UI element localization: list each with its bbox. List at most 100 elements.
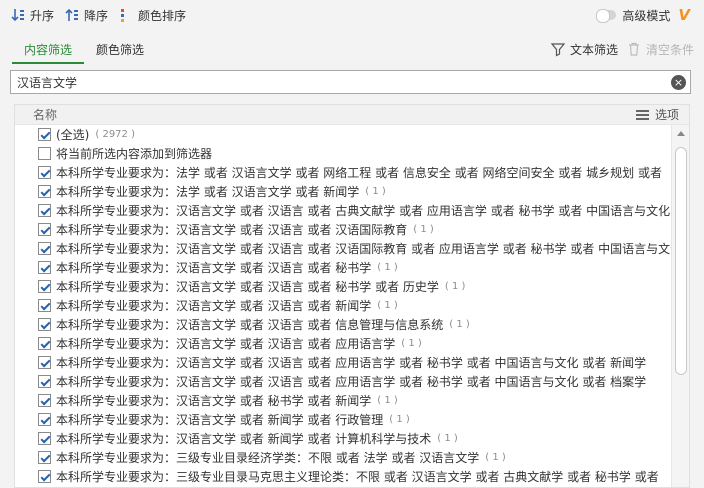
list-item[interactable]: 本科所学专业要求为：法学 或者 汉语言文学 或者 新闻学 ( 1 ) — [15, 182, 673, 201]
list-item-checkbox[interactable] — [38, 242, 51, 255]
list-item[interactable]: 本科所学专业要求为：汉语言文学 或者 汉语言 或者 信息管理与信息系统 ( 1 ) — [15, 315, 673, 334]
list-item[interactable]: 本科所学专业要求为：汉语言文学 或者 汉语言 或者 应用语言学 或者 秘书学 或… — [15, 372, 673, 391]
list-rows: (全选) ( 2972 ) 将当前所选内容添加到筛选器 本科所学专业要求为：法学… — [15, 125, 673, 487]
list-item-label: 本科所学专业要求为：汉语言文学 或者 新闻学 或者 计算机科学与技术 — [56, 432, 432, 446]
list-item-checkbox[interactable] — [38, 337, 51, 350]
toggle-switch-icon[interactable] — [596, 9, 617, 23]
select-all-checkbox[interactable] — [38, 128, 51, 141]
scrollbar-thumb[interactable] — [675, 147, 687, 375]
search-box: × — [10, 70, 691, 94]
sort-descending-icon — [65, 8, 79, 21]
list-item[interactable]: 本科所学专业要求为：三级专业目录经济学类：不限 或者 法学 或者 汉语言文学 ( … — [15, 448, 673, 467]
trash-icon — [628, 42, 639, 56]
list-item[interactable]: 本科所学专业要求为：汉语言文学 或者 新闻学 或者 计算机科学与技术 ( 1 ) — [15, 429, 673, 448]
list-item-count: ( 1 ) — [377, 300, 398, 311]
clear-search-icon[interactable]: × — [671, 75, 686, 90]
list-item[interactable]: 本科所学专业要求为：汉语言文学 或者 汉语言 或者 新闻学 ( 1 ) — [15, 296, 673, 315]
list-item[interactable]: 本科所学专业要求为：汉语言文学 或者 新闻学 或者 行政管理 ( 1 ) — [15, 410, 673, 429]
scrollbar[interactable] — [671, 125, 689, 487]
list-item-label: 本科所学专业要求为：汉语言文学 或者 汉语言 或者 汉语国际教育 — [56, 223, 408, 237]
list-item-label: 本科所学专业要求为：汉语言文学 或者 汉语言 或者 信息管理与信息系统 — [56, 318, 444, 332]
list-item-count: ( 1 ) — [401, 338, 422, 349]
list-item-count: ( 1 ) — [444, 281, 466, 292]
clear-conditions-button[interactable]: 清空条件 — [626, 41, 694, 58]
list-item[interactable]: 本科所学专业要求为：汉语言文学 或者 汉语言 或者 汉语国际教育 ( 1 ) — [15, 220, 673, 239]
list-item-checkbox[interactable] — [38, 318, 51, 331]
list-item-checkbox[interactable] — [38, 356, 51, 369]
list-item-count: ( 1 ) — [365, 186, 386, 197]
select-all-row[interactable]: (全选) ( 2972 ) — [15, 125, 673, 144]
list-item-label: 本科所学专业要求为：汉语言文学 或者 汉语言 或者 应用语言学 或者 秘书学 或… — [56, 356, 647, 370]
text-filter-button[interactable]: 文本筛选 — [550, 41, 618, 58]
filter-actions: 文本筛选 清空条件 — [542, 32, 704, 66]
list-item-count: ( 1 ) — [377, 262, 398, 273]
list-item-label: 本科所学专业要求为：汉语言文学 或者 汉语言 或者 应用语言学 — [56, 337, 396, 351]
list-item-label: 本科所学专业要求为：汉语言文学 或者 秘书学 或者 新闻学 — [56, 394, 372, 408]
list-item-label: 本科所学专业要求为：汉语言文学 或者 汉语言 或者 应用语言学 或者 秘书学 或… — [56, 375, 647, 389]
list-item-label: 本科所学专业要求为：三级专业目录马克思主义理论类：不限 或者 汉语言文学 或者 … — [56, 470, 659, 484]
options-label: 选项 — [654, 108, 679, 122]
list-item-checkbox[interactable] — [38, 185, 51, 198]
list-item-label: 本科所学专业要求为：汉语言文学 或者 汉语言 或者 秘书学 或者 历史学 — [56, 280, 439, 294]
sort-ascending-icon — [11, 9, 24, 22]
list-item-count: ( 1 ) — [437, 433, 458, 444]
list-header: 名称 选项 — [15, 105, 689, 125]
advanced-mode-label: 高级模式 — [622, 8, 671, 23]
list-item-checkbox[interactable] — [38, 223, 51, 236]
list-item-label: 本科所学专业要求为：汉语言文学 或者 汉语言 或者 古典文献学 或者 应用语言学… — [56, 204, 671, 218]
list-item-label: 本科所学专业要求为：法学 或者 汉语言文学 或者 新闻学 — [56, 185, 360, 199]
list-item[interactable]: 本科所学专业要求为：汉语言文学 或者 汉语言 或者 应用语言学 ( 1 ) — [15, 334, 673, 353]
brand-v-icon: V — [678, 6, 690, 24]
add-to-filter-checkbox[interactable] — [38, 147, 51, 160]
add-to-filter-row[interactable]: 将当前所选内容添加到筛选器 — [15, 144, 673, 163]
list-item[interactable]: 本科所学专业要求为：汉语言文学 或者 汉语言 或者 应用语言学 或者 秘书学 或… — [15, 353, 673, 372]
list-item[interactable]: 本科所学专业要求为：汉语言文学 或者 汉语言 或者 汉语国际教育 或者 应用语言… — [15, 239, 673, 258]
list-item-checkbox[interactable] — [38, 280, 51, 293]
filter-tabs-row: 内容筛选 颜色筛选 文本筛选 清空条件 — [0, 32, 704, 66]
sort-ascending-button[interactable]: 升序 — [0, 0, 54, 30]
value-list: 名称 选项 (全选) ( 2972 ) 将当前所选内容添加到筛选器 本科所学专业… — [14, 104, 690, 488]
list-item-label: 本科所学专业要求为：汉语言文学 或者 新闻学 或者 行政管理 — [56, 413, 384, 427]
list-item-count: ( 1 ) — [485, 452, 506, 463]
list-item-label: 本科所学专业要求为：汉语言文学 或者 汉语言 或者 新闻学 — [56, 299, 372, 313]
color-sort-button[interactable]: 颜色排序 — [108, 0, 186, 30]
tab-content-filter[interactable]: 内容筛选 — [12, 32, 85, 66]
list-item-label: 本科所学专业要求为：汉语言文学 或者 汉语言 或者 汉语国际教育 或者 应用语言… — [56, 242, 673, 256]
tab-content-filter-label: 内容筛选 — [24, 42, 73, 57]
sort-ascending-label: 升序 — [30, 8, 55, 23]
add-to-filter-label: 将当前所选内容添加到筛选器 — [56, 147, 213, 161]
list-item[interactable]: 本科所学专业要求为：汉语言文学 或者 秘书学 或者 新闻学 ( 1 ) — [15, 391, 673, 410]
list-item-label: 本科所学专业要求为：汉语言文学 或者 汉语言 或者 秘书学 — [56, 261, 372, 275]
list-item[interactable]: 本科所学专业要求为：三级专业目录马克思主义理论类：不限 或者 汉语言文学 或者 … — [15, 467, 673, 486]
list-item[interactable]: 本科所学专业要求为：汉语言文学 或者 汉语言 或者 古典文献学 或者 应用语言学… — [15, 201, 673, 220]
menu-icon — [635, 109, 649, 120]
list-item-checkbox[interactable] — [38, 413, 51, 426]
select-all-label: (全选) — [56, 128, 90, 142]
list-item[interactable]: 本科所学专业要求为：汉语言文学 或者 汉语言 或者 秘书学 ( 1 ) — [15, 258, 673, 277]
list-item-checkbox[interactable] — [38, 470, 51, 483]
funnel-icon — [550, 43, 566, 57]
text-filter-label: 文本筛选 — [569, 42, 618, 57]
list-item-checkbox[interactable] — [38, 375, 51, 388]
list-item-count: ( 1 ) — [377, 395, 398, 406]
list-item-checkbox[interactable] — [38, 204, 51, 217]
tab-color-filter-label: 颜色筛选 — [96, 42, 145, 57]
list-item-checkbox[interactable] — [38, 166, 51, 179]
list-item-checkbox[interactable] — [38, 451, 51, 464]
sort-descending-label: 降序 — [84, 8, 109, 23]
list-item-checkbox[interactable] — [38, 394, 51, 407]
list-item-checkbox[interactable] — [38, 261, 51, 274]
list-item-checkbox[interactable] — [38, 432, 51, 445]
list-item[interactable]: 本科所学专业要求为：汉语言文学 或者 汉语言 或者 秘书学 或者 历史学 ( 1 … — [15, 277, 673, 296]
search-input[interactable] — [17, 75, 657, 89]
sort-descending-button[interactable]: 降序 — [54, 0, 108, 30]
list-item-count: ( 1 ) — [389, 414, 410, 425]
scroll-up-arrow-icon[interactable] — [677, 131, 685, 136]
list-item-count: ( 1 ) — [413, 224, 434, 235]
color-sort-label: 颜色排序 — [138, 8, 187, 23]
advanced-mode-toggle[interactable]: 高级模式 V — [596, 6, 690, 24]
list-item[interactable]: 本科所学专业要求为：法学 或者 汉语言文学 或者 网络工程 或者 信息安全 或者… — [15, 163, 673, 182]
list-item-checkbox[interactable] — [38, 299, 51, 312]
options-button[interactable]: 选项 — [635, 106, 679, 123]
tab-color-filter[interactable]: 颜色筛选 — [84, 32, 156, 66]
